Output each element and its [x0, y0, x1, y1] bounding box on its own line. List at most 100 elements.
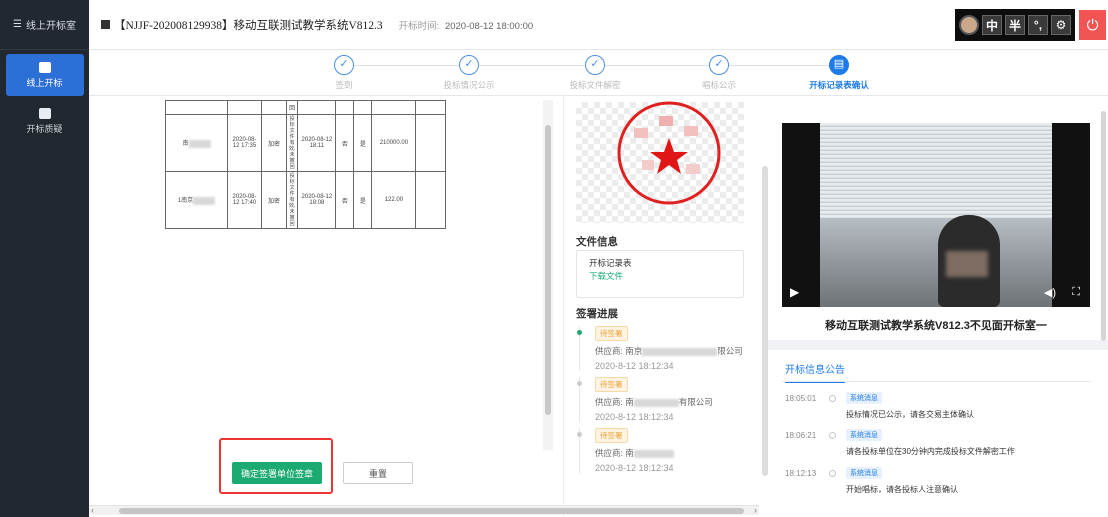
volume-icon[interactable]: ◀) — [1044, 286, 1056, 299]
live-panel: ▶ ◀) ⛶ 移动互联测试教学系统V812.3不见面开标室一 开标信息公告 18… — [768, 96, 1108, 517]
scroll-thumb[interactable] — [119, 508, 744, 514]
announcement-text: 投标情况已公示，请各交易主体确认 — [846, 410, 974, 419]
announcement-tag: 系统消息 — [846, 392, 882, 404]
step-decrypt[interactable]: ✓ 投标文件解密 — [545, 55, 645, 91]
step-label: 开标记录表确认 — [809, 80, 869, 90]
sidebar: ☰ 线上开标室 线上开标 开标质疑 — [0, 0, 89, 517]
confirm-seal-button[interactable]: 确定签署单位签章 — [232, 462, 322, 484]
step-bid-publicity[interactable]: ✓ 投标情况公示 — [419, 55, 519, 91]
sidebar-header-label: 线上开标室 — [25, 21, 76, 32]
announcement-time: 18:12:13 — [785, 469, 817, 478]
step-record-confirm[interactable]: ▤ 开标记录表确认 — [789, 55, 889, 91]
table-cell — [415, 114, 447, 172]
scroll-thumb[interactable] — [1101, 111, 1106, 341]
sign-progress-title: 签署进展 — [576, 308, 618, 320]
list-item: 待签署 供应商: 南京 限公司 2020-8-12 18:12:34 — [577, 326, 756, 371]
punctuation-icon[interactable]: °, — [1028, 15, 1048, 35]
divider — [768, 340, 1108, 350]
supplier-name: 供应商: 南 — [595, 447, 756, 459]
sidebar-item-online-opening[interactable]: 线上开标 — [5, 54, 84, 96]
step-label: 签到 — [335, 80, 353, 90]
sign-date: 2020-8-12 18:12:34 — [595, 463, 674, 473]
check-icon: ✓ — [459, 55, 479, 75]
gear-icon[interactable]: ⚙ — [1051, 15, 1071, 35]
video-controls: ▶ ◀) ⛶ — [782, 277, 1090, 307]
sidebar-item-label: 开标质疑 — [26, 123, 63, 134]
chinese-input-button[interactable]: 中 — [982, 15, 1002, 35]
sidebar-header[interactable]: ☰ 线上开标室 — [0, 0, 89, 50]
table-cell: 投标文件有效,未撤回 — [285, 114, 299, 172]
scroll-thumb[interactable] — [545, 125, 551, 415]
list-item: 待签署 供应商: 南有限公司 2020-8-12 18:12:34 — [577, 377, 756, 422]
open-time-value: 2020-08-12 18:00:00 — [444, 20, 534, 32]
reset-button[interactable]: 重置 — [343, 462, 413, 484]
status-dot — [577, 330, 582, 335]
avatar[interactable] — [959, 15, 979, 35]
input-toolbar: 中 半 °, ⚙ — [955, 9, 1075, 41]
announcement-tag: 系统消息 — [846, 467, 882, 479]
top-bar: 【NJJF-202008129938】移动互联测试教学系统V812.3 开标时间… — [89, 0, 1108, 50]
menu-icon: ☰ — [13, 19, 22, 30]
table-cell: 加密 — [261, 171, 287, 229]
step-bid-reading[interactable]: ✓ 唱标公示 — [669, 55, 769, 91]
scroll-right-icon[interactable]: › — [754, 505, 757, 515]
table-cell: 122.00 — [371, 171, 417, 229]
ticket-icon — [38, 107, 51, 119]
table-cell: 1南京 — [165, 171, 228, 229]
company-seal-icon — [617, 101, 721, 205]
sign-date: 2020-8-12 18:12:34 — [595, 361, 674, 371]
step-sign-in[interactable]: ✓ 签到 — [294, 55, 394, 91]
open-time-label: 开标时间: — [398, 20, 440, 32]
step-label: 投标文件解密 — [569, 80, 621, 90]
table-cell: 2020-08-12 18:08 — [297, 171, 337, 229]
announcement-tag: 系统消息 — [846, 429, 882, 441]
file-info-box: 开标记录表 下载文件 — [576, 250, 744, 298]
sidebar-item-opening-query[interactable]: 开标质疑 — [6, 100, 84, 142]
timeline-dot — [829, 395, 836, 402]
status-dot — [577, 432, 582, 437]
announcement-time: 18:05:01 — [785, 394, 817, 403]
status-badge: 待签署 — [595, 326, 628, 341]
fullscreen-icon[interactable]: ⛶ — [1072, 286, 1080, 299]
document-scrollbar[interactable] — [543, 100, 553, 450]
announcement-scrollbar[interactable] — [1101, 96, 1108, 517]
table-cell: 2020-08-12 17:35 — [227, 114, 262, 172]
download-file-link[interactable]: 下载文件 — [589, 270, 731, 283]
table-cell: 否 — [335, 114, 355, 172]
chat-icon — [38, 61, 51, 73]
table-cell: 是 — [353, 114, 373, 172]
table-cell: 2020-08-12 18:11 — [297, 114, 337, 172]
table-cell: 南 — [165, 114, 228, 172]
video-player[interactable]: ▶ ◀) ⛶ — [782, 123, 1090, 307]
table-cell: 投标文件有效,未撤回 — [285, 171, 299, 229]
scroll-left-icon[interactable]: ‹ — [91, 505, 94, 515]
sign-date: 2020-8-12 18:12:34 — [595, 412, 674, 422]
document-area: 回 南 2020-08-12 17:35 加密 投标文件有效,未撤回 2020-… — [146, 100, 543, 450]
page-title: 【NJJF-202008129938】移动互联测试教学系统V812.3 — [114, 19, 383, 32]
step-label: 投标情况公示 — [443, 80, 495, 90]
divider — [782, 381, 1092, 382]
status-dot — [577, 381, 582, 386]
horizontal-scrollbar[interactable]: ‹ › — [89, 505, 759, 515]
status-badge: 待签署 — [595, 428, 628, 443]
seal-preview — [576, 101, 744, 223]
file-info-title: 文件信息 — [576, 236, 618, 248]
power-icon[interactable]: ⏻ — [1079, 10, 1106, 40]
timeline-dot — [829, 470, 836, 477]
open-time: 开标时间: 2020-08-12 18:00:00 — [399, 18, 534, 32]
supplier-name: 供应商: 南有限公司 — [595, 397, 713, 407]
step-label: 唱标公示 — [701, 80, 736, 90]
check-icon: ✓ — [585, 55, 605, 75]
half-width-button[interactable]: 半 — [1005, 15, 1025, 35]
tab-announcements[interactable]: 开标信息公告 — [785, 361, 845, 383]
table-cell: 加密 — [261, 114, 287, 172]
announcement-time: 18:06:21 — [785, 431, 817, 440]
list-item: 待签署 供应商: 南 2020-8-12 18:12:34 — [577, 428, 756, 473]
table-row: 南 2020-08-12 17:35 加密 投标文件有效,未撤回 2020-08… — [165, 114, 447, 172]
document-icon: ▤ — [829, 55, 849, 75]
play-icon[interactable]: ▶ — [790, 285, 799, 299]
announcement-text: 请各投标单位在30分钟内完成投标文件解密工作 — [846, 447, 1015, 456]
sidebar-item-label: 线上开标 — [26, 77, 63, 88]
table-cell: 是 — [353, 171, 373, 229]
table-row: 1南京 2020-08-12 17:40 加密 投标文件有效,未撤回 2020-… — [165, 171, 447, 229]
